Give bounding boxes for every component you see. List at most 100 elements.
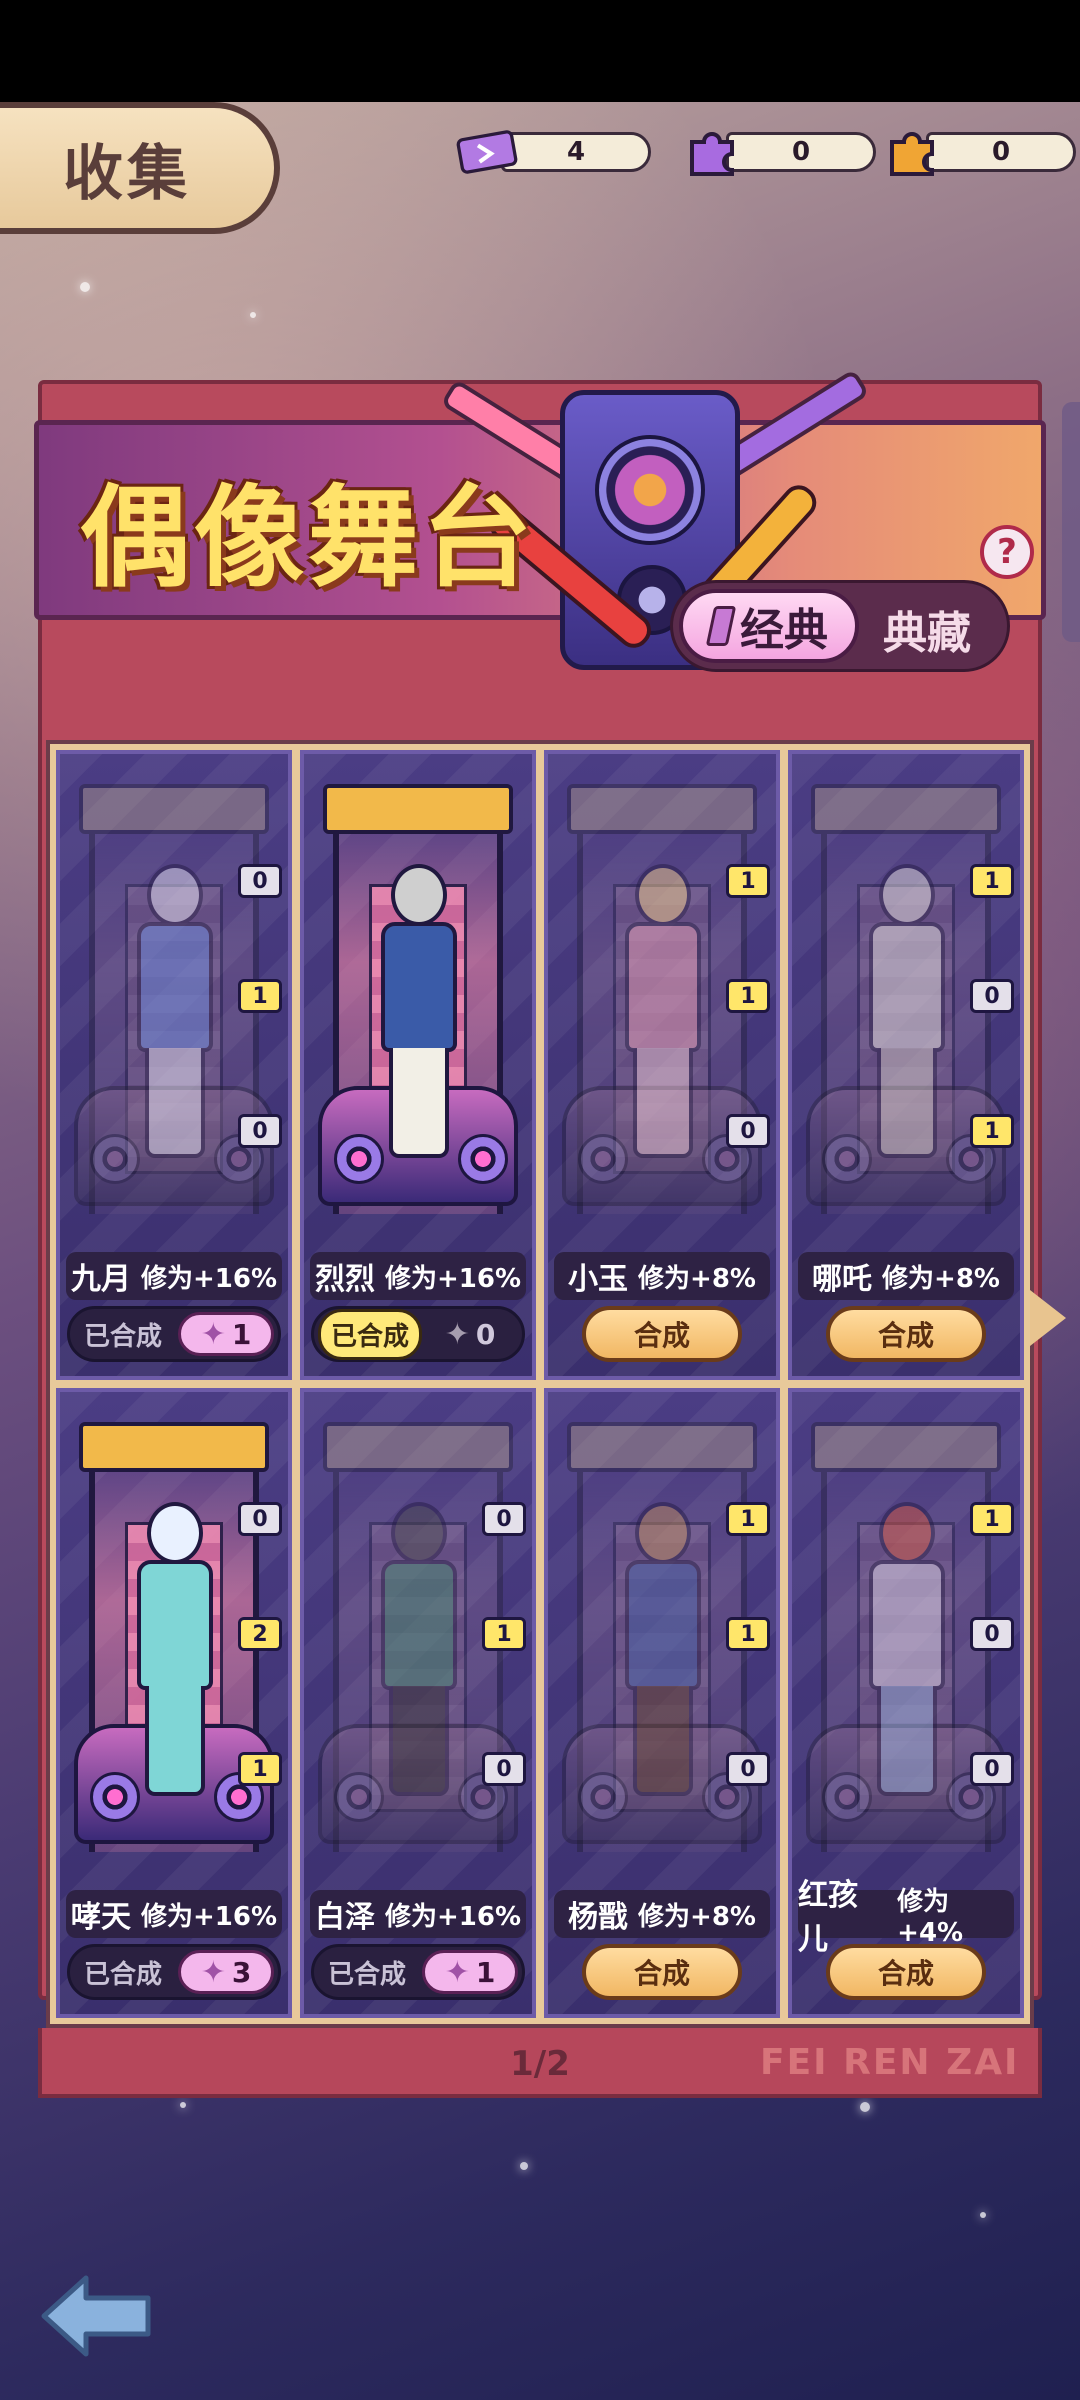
character-head [147,1502,203,1564]
collection-tab[interactable]: 收集 [0,102,280,234]
synthesized-status: 已合成 ✦ 3 [67,1944,281,2000]
piece-count-badge: 1 [726,1617,770,1651]
mode-toggle: 经典 典藏 [670,580,1010,672]
idol-bonus: 修为+8% [638,1263,756,1294]
synthesized-label: 已合成 [328,1959,407,1990]
character-body [137,922,213,1052]
character-body [137,1560,213,1690]
idol-card[interactable]: 1 1 0 小玉 修为+8% 合成 [544,750,780,1380]
back-arrow-icon [41,2275,151,2357]
piece-count-badge: 0 [482,1752,526,1786]
piece-count-badge: 1 [970,864,1014,898]
side-drawer-handle[interactable] [1062,402,1080,642]
piece-count-badge: 0 [970,1617,1014,1651]
piece-count-badge: 0 [726,1752,770,1786]
idol-name-bar: 红孩儿 修为+4% [798,1878,1014,1957]
idol-character[interactable] [363,864,473,1164]
help-icon[interactable]: ? [980,525,1034,579]
resource-ticket: 4 [455,122,651,182]
card-action: 已合成 ✦ 0 [311,1306,525,1362]
idol-character[interactable] [119,864,229,1164]
idol-card[interactable]: 1 0 1 哪吒 修为+8% 合成 [788,750,1024,1380]
character-body [625,922,701,1052]
piece-count-badge: 0 [482,1502,526,1536]
idol-card[interactable]: 烈烈 修为+16% 已合成 ✦ 0 [300,750,536,1380]
purple-puzzle-icon [680,120,744,184]
back-button[interactable] [36,2270,156,2362]
idol-character[interactable] [607,864,717,1164]
puzzle-piece-icon: ✦ [200,1316,226,1352]
idol-character[interactable] [851,864,961,1164]
idol-card[interactable]: 0 1 0 九月 修为+16% 已合成 ✦ 1 [56,750,292,1380]
character-legs [389,1686,449,1796]
piece-count: 1 [475,1955,496,1989]
piece-count-pill[interactable]: ✦ 1 [178,1312,274,1356]
synthesize-button[interactable]: 合成 [826,1306,986,1362]
stage-mic-sign [323,1422,513,1472]
card-action: 已合成 ✦ 1 [67,1306,281,1362]
orange-puzzle-icon [880,120,944,184]
synthesize-button[interactable]: 合成 [582,1944,742,2000]
gem-icon [705,606,737,646]
idol-bonus: 修为+4% [897,1886,964,1948]
idol-bonus: 修为+16% [384,1263,522,1294]
puzzle-piece-icon: ✦ [444,1316,470,1352]
card-action: 已合成 ✦ 3 [67,1944,281,2000]
idol-character[interactable] [119,1502,229,1802]
character-legs [633,1048,693,1158]
idol-bonus: 修为+8% [882,1263,1000,1294]
watermark: FEI REN ZAI [760,2042,1020,2083]
resource-purple-puzzle: 0 [680,122,876,182]
synthesized-status: 已合成 ✦ 1 [67,1306,281,1362]
piece-count-badge: 1 [726,979,770,1013]
purple-puzzle-count: 0 [726,132,876,172]
idol-name-bar: 杨戬 修为+8% [554,1890,770,1938]
piece-count: 3 [231,1955,252,1989]
mode-collection-button[interactable]: 典藏 [883,597,971,661]
idol-bonus: 修为+8% [638,1901,756,1932]
idol-card[interactable]: 0 1 0 白泽 修为+16% 已合成 ✦ 1 [300,1388,536,2018]
idol-bonus: 修为+16% [140,1263,278,1294]
character-body [381,1560,457,1690]
mode-classic-button[interactable]: 经典 [679,589,859,663]
stage-mic-sign [79,784,269,834]
idol-character[interactable] [363,1502,473,1802]
piece-count-pill[interactable]: ✦ 0 [422,1312,518,1356]
stage-mic-sign [811,1422,1001,1472]
piece-count-pill[interactable]: ✦ 3 [178,1950,274,1994]
piece-count-badge: 1 [970,1114,1014,1148]
idol-name: 九月 [70,1262,131,1297]
piece-count-badge: 0 [970,979,1014,1013]
next-page-arrow[interactable] [1030,1290,1066,1346]
idol-character[interactable] [607,1502,717,1802]
idol-name: 小玉 [568,1262,629,1297]
idol-name-bar: 小玉 修为+8% [554,1252,770,1300]
character-legs [145,1048,205,1158]
character-head [147,864,203,926]
page-title: 收集 [63,138,191,209]
character-body [869,922,945,1052]
card-action: 合成 [582,1944,742,2000]
synthesized-status: 已合成 ✦ 1 [311,1944,525,2000]
idol-character[interactable] [851,1502,961,1802]
ticket-icon [455,120,519,184]
idol-card-grid: 0 1 0 九月 修为+16% 已合成 ✦ 1 烈烈 修为+16% 已合成 ✦ 0 1 1 0 小玉 修为+8% 合… [46,740,1034,2028]
character-legs [145,1686,205,1796]
orange-puzzle-count: 0 [926,132,1076,172]
piece-count-pill[interactable]: ✦ 1 [422,1950,518,1994]
character-head [879,1502,935,1564]
puzzle-piece-icon: ✦ [200,1954,226,1990]
idol-card[interactable]: 1 0 0 红孩儿 修为+4% 合成 [788,1388,1024,2018]
idol-name-bar: 烈烈 修为+16% [310,1252,526,1300]
synthesized-status[interactable]: 已合成 ✦ 0 [311,1306,525,1362]
synthesize-button[interactable]: 合成 [826,1944,986,2000]
synthesize-button[interactable]: 合成 [582,1306,742,1362]
piece-count: 1 [231,1317,252,1351]
piece-count-badge: 2 [238,1617,282,1651]
idol-name: 哮天 [70,1900,131,1935]
idol-card[interactable]: 0 2 1 哮天 修为+16% 已合成 ✦ 3 [56,1388,292,2018]
idol-name: 烈烈 [314,1262,375,1297]
idol-card[interactable]: 1 1 0 杨戬 修为+8% 合成 [544,1388,780,2018]
ticket-count: 4 [501,132,651,172]
piece-count-badge: 1 [726,864,770,898]
